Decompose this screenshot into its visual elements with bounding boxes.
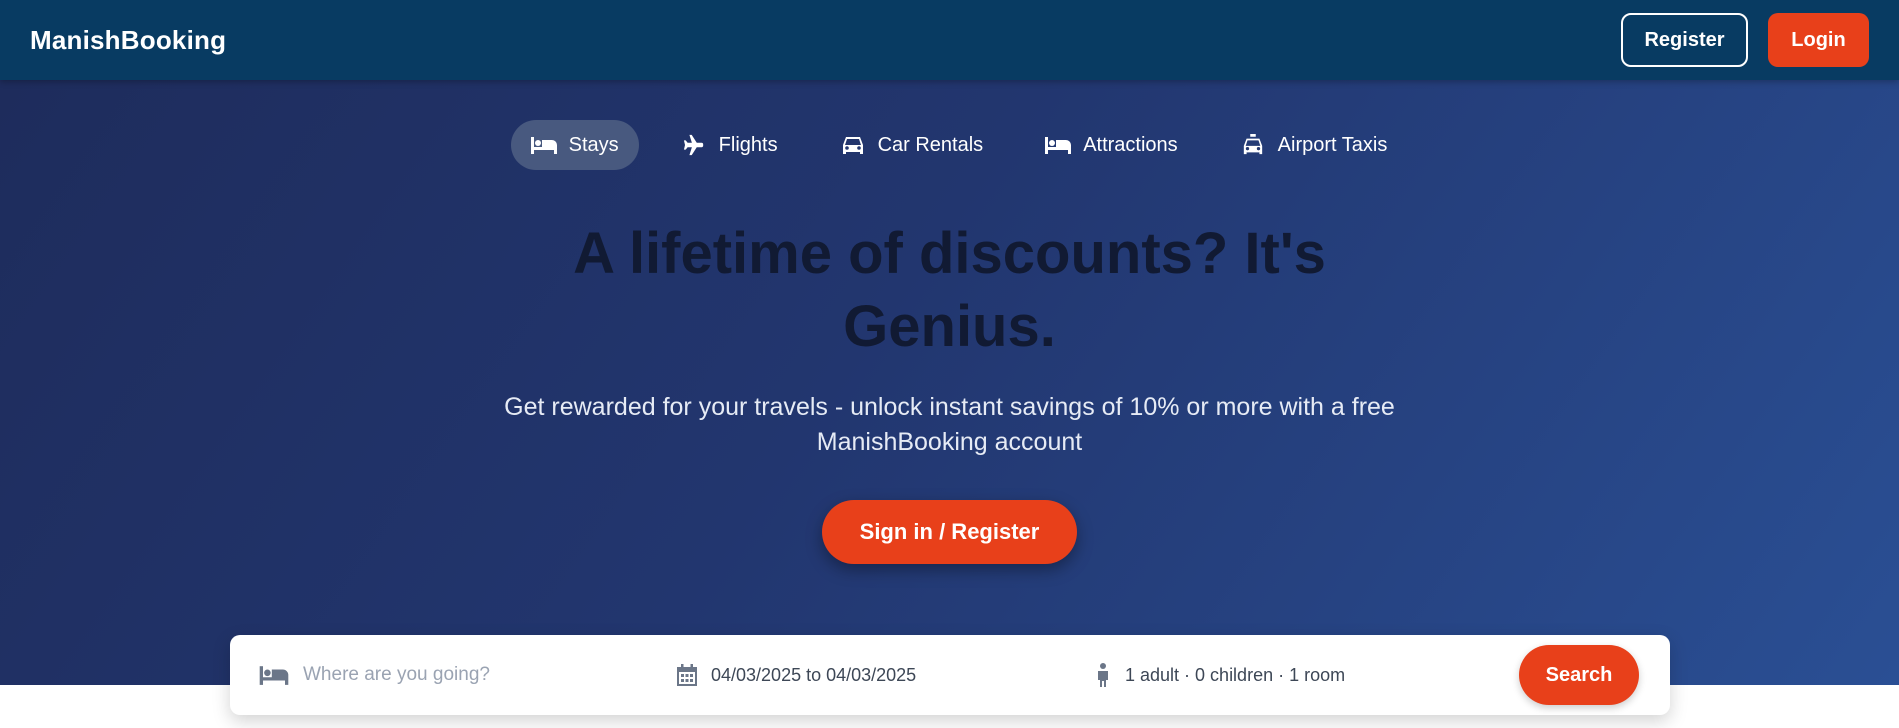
hero-subtext: Get rewarded for your travels - unlock i…: [0, 390, 1899, 460]
login-button[interactable]: Login: [1768, 13, 1869, 67]
tab-stays[interactable]: Stays: [510, 120, 639, 170]
search-button[interactable]: Search: [1519, 645, 1639, 705]
taxi-icon: [1243, 134, 1262, 155]
tab-attractions[interactable]: Attractions: [1025, 120, 1197, 170]
destination-placeholder: Where are you going?: [303, 664, 490, 685]
sign-in-register-button[interactable]: Sign in / Register: [822, 500, 1077, 564]
hero-headline: A lifetime of discounts? It's Genius.: [0, 217, 1899, 363]
date-range-field[interactable]: 04/03/2025 to 04/03/2025: [677, 664, 1095, 686]
destination-field[interactable]: Where are you going?: [259, 664, 677, 686]
tab-car-rentals[interactable]: Car Rentals: [820, 120, 1004, 170]
register-button[interactable]: Register: [1621, 13, 1748, 67]
guests-field[interactable]: 1 adult · 0 children · 1 room: [1095, 663, 1519, 687]
subtext-line: ManishBooking account: [816, 428, 1083, 456]
calendar-icon: [677, 664, 697, 686]
person-icon: [1098, 663, 1108, 687]
plane-icon: [683, 134, 703, 156]
auth-buttons: Register Login: [1621, 13, 1869, 67]
bed-icon: [1045, 137, 1072, 154]
tab-label: Attractions: [1083, 133, 1178, 156]
bed-icon: [259, 666, 289, 685]
tab-airport-taxis[interactable]: Airport Taxis: [1220, 120, 1408, 170]
tab-label: Car Rentals: [877, 133, 984, 156]
tab-flights[interactable]: Flights: [661, 120, 798, 170]
headline-line: Genius.: [843, 294, 1056, 359]
tab-label: Stays: [568, 133, 619, 156]
guests-value: 1 adult · 0 children · 1 room: [1125, 664, 1346, 685]
brand-logo[interactable]: ManishBooking: [30, 25, 226, 56]
date-range-value: 04/03/2025 to 04/03/2025: [711, 664, 917, 685]
category-tabs: Stays Flights Car Rentals Attractions Ai…: [0, 120, 1899, 170]
car-icon: [842, 137, 863, 154]
bed-icon: [530, 137, 557, 154]
headline-line: A lifetime of discounts? It's: [573, 221, 1326, 286]
tab-label: Flights: [718, 133, 778, 156]
hero-section: Stays Flights Car Rentals Attractions Ai…: [0, 80, 1899, 685]
top-header: ManishBooking Register Login: [0, 0, 1899, 80]
search-bar: Where are you going? 04/03/2025 to 04/03…: [230, 635, 1670, 715]
tab-label: Airport Taxis: [1277, 133, 1388, 156]
subtext-line: Get rewarded for your travels - unlock i…: [504, 393, 1395, 421]
